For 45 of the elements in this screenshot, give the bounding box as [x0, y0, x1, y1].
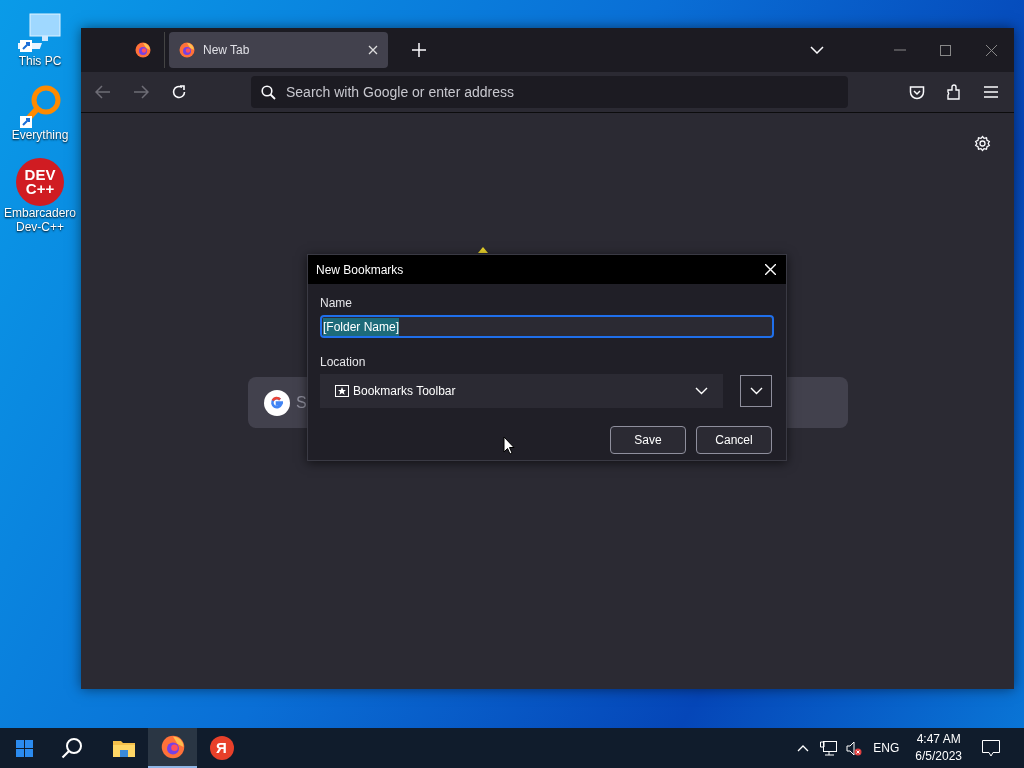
star-folder-icon: [335, 385, 349, 397]
yandex-logo: Я: [209, 736, 234, 760]
cursor-icon: [503, 436, 515, 455]
chevron-up-icon[interactable]: [797, 744, 810, 752]
magnifier-icon: [18, 84, 62, 128]
settings-icon[interactable]: [974, 135, 991, 152]
language-indicator[interactable]: ENG: [873, 739, 900, 757]
logo-tip-icon: [478, 247, 488, 253]
plus-icon[interactable]: [412, 43, 426, 57]
reload-icon[interactable]: [171, 84, 187, 100]
chevron-down-icon: [695, 387, 708, 395]
back-arrow-icon[interactable]: [95, 85, 111, 99]
windows-logo-icon[interactable]: [16, 739, 33, 757]
location-dropdown[interactable]: Bookmarks Toolbar: [320, 374, 723, 408]
puzzle-icon[interactable]: [946, 84, 962, 100]
taskbar-app[interactable]: [148, 728, 197, 768]
firefox-icon: [179, 42, 195, 58]
pocket-icon[interactable]: [909, 84, 925, 100]
firefox-icon: [134, 42, 151, 58]
forward-arrow-icon[interactable]: [133, 85, 149, 99]
menu-icon[interactable]: [984, 86, 998, 98]
address-bar[interactable]: Search with Google or enter address: [251, 76, 848, 108]
muted-speaker-icon[interactable]: [846, 740, 863, 756]
browser-tab[interactable]: New Tab: [169, 32, 388, 68]
google-icon: [264, 389, 290, 416]
network-icon[interactable]: [820, 740, 838, 756]
clock[interactable]: 4:47 AM 6/5/2023: [915, 731, 962, 765]
field-label: Location: [320, 354, 367, 371]
search-icon[interactable]: [61, 737, 83, 759]
search-icon: [261, 84, 276, 100]
folder-icon: [112, 739, 135, 757]
expand-button[interactable]: [740, 375, 772, 407]
firefox-icon: [160, 735, 185, 759]
dev-cpp-logo: DEV C++: [16, 158, 64, 206]
notification-icon[interactable]: [982, 739, 1000, 757]
chevron-down-icon: [749, 387, 763, 395]
chevron-down-icon[interactable]: [810, 46, 824, 54]
field-label: Name: [320, 295, 353, 312]
dialog-button[interactable]: Save: [610, 426, 686, 454]
dialog-button[interactable]: Cancel: [696, 426, 772, 454]
computer-icon: [18, 10, 62, 54]
maximize-icon[interactable]: [940, 44, 951, 56]
dialog-title: New Bookmarks: [316, 261, 405, 279]
taskbar-app[interactable]: Я: [197, 728, 246, 768]
name-field[interactable]: [Folder Name]: [320, 315, 774, 338]
